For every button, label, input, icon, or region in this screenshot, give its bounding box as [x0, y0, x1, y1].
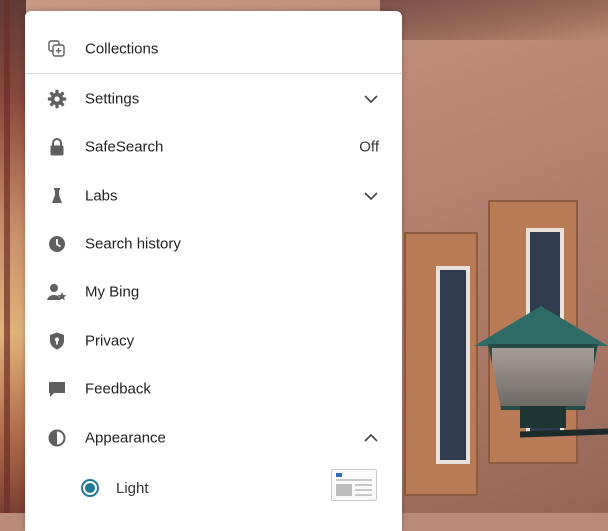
collections-icon	[45, 37, 69, 61]
menu-item-label: Appearance	[85, 429, 166, 447]
street-lamp	[488, 344, 598, 410]
light-theme-preview-icon	[331, 469, 377, 501]
menu-item-feedback[interactable]: Feedback	[25, 367, 402, 411]
menu-item-settings[interactable]: Settings	[25, 77, 402, 121]
clock-icon	[45, 232, 69, 256]
window-left	[436, 266, 470, 464]
user-star-icon	[45, 280, 69, 304]
contrast-icon	[45, 426, 69, 450]
gear-icon	[45, 87, 69, 111]
settings-menu: Collections Settings SafeSearch Off Labs…	[25, 11, 402, 531]
feedback-icon	[45, 377, 69, 401]
appearance-option-light[interactable]: Light	[25, 469, 402, 509]
menu-item-labs[interactable]: Labs	[25, 174, 402, 218]
menu-item-label: Search history	[85, 235, 181, 253]
chevron-up-icon[interactable]	[363, 433, 379, 443]
street-lamp-base	[520, 406, 566, 428]
chevron-down-icon[interactable]	[363, 94, 379, 104]
menu-item-label: Labs	[85, 187, 118, 205]
menu-item-label: My Bing	[85, 283, 140, 301]
safesearch-status: Off	[359, 138, 379, 156]
flask-icon	[45, 184, 69, 208]
menu-item-privacy[interactable]: Privacy	[25, 319, 402, 363]
menu-item-label: SafeSearch	[85, 138, 164, 156]
menu-item-label: Privacy	[85, 332, 135, 350]
menu-item-safesearch[interactable]: SafeSearch Off	[25, 125, 402, 169]
timbered-building	[0, 0, 26, 513]
menu-item-appearance[interactable]: Appearance	[25, 416, 402, 460]
roof-eave	[380, 0, 608, 40]
menu-item-label: Collections	[85, 40, 159, 58]
menu-item-label: Feedback	[85, 380, 151, 398]
appearance-option-label: Light	[116, 480, 149, 497]
menu-item-collections[interactable]: Collections	[25, 27, 402, 71]
chevron-down-icon[interactable]	[363, 191, 379, 201]
light-radio[interactable]	[81, 479, 99, 497]
shield-icon	[45, 329, 69, 353]
menu-item-my-bing[interactable]: My Bing	[25, 270, 402, 314]
menu-item-label: Settings	[85, 90, 140, 108]
menu-divider	[25, 73, 402, 74]
lock-icon	[45, 135, 69, 159]
menu-item-search-history[interactable]: Search history	[25, 222, 402, 266]
